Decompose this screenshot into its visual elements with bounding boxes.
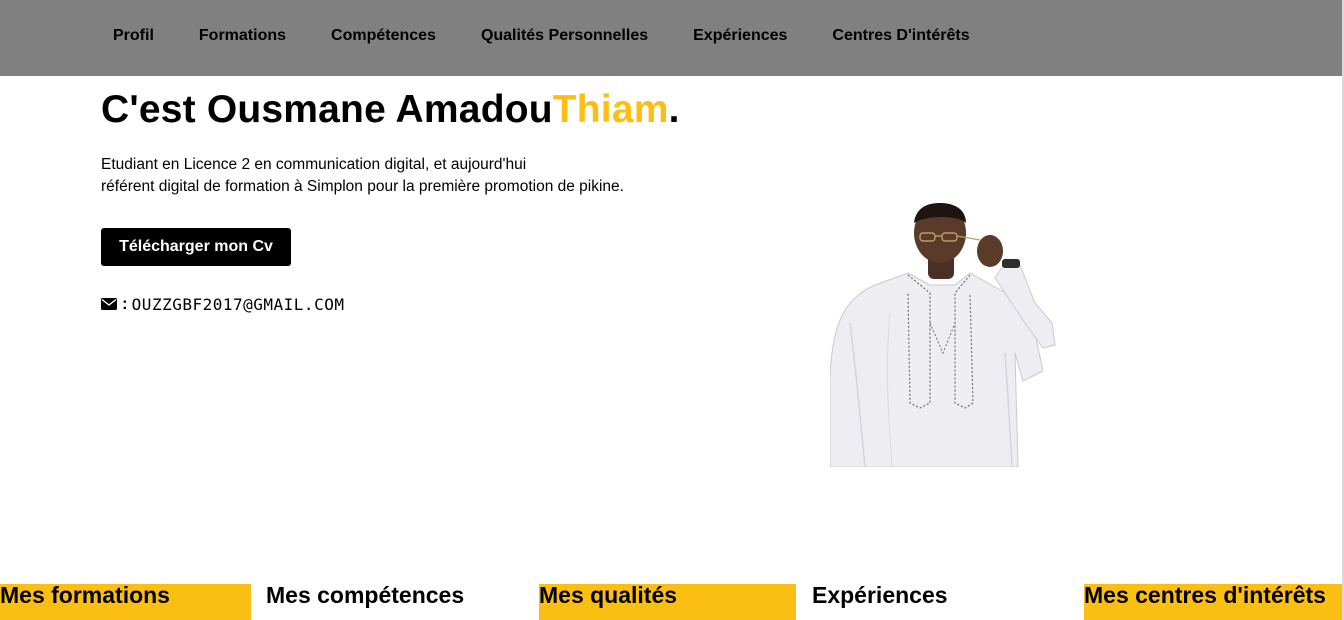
section-title-qualites: Mes qualités [539,582,678,608]
section-tab-qualites[interactable]: Mes qualités [539,584,796,620]
nav-link-competences[interactable]: Compétences [331,27,436,44]
top-navbar: Profil Formations Compétences Qualités P… [0,0,1342,76]
section-tab-formations[interactable]: Mes formations [0,584,251,620]
section-title-interets: Mes centres d'intérêts [1084,582,1326,608]
hero-title-period: . [668,88,680,131]
intro-line-1: Etudiant en Licence 2 en communication d… [101,156,527,173]
nav-link-interets[interactable]: Centres D'intérêts [832,27,969,44]
hero-title-accent: Thiam [552,88,669,131]
intro-line-2: référent digital de formation à Simplon … [101,178,624,195]
profile-photo [830,203,1056,467]
hero-title-name: C'est Ousmane Amadou [101,88,553,131]
nav-menu: Profil Formations Compétences Qualités P… [113,0,1015,72]
nav-link-formations[interactable]: Formations [199,27,286,44]
email-separator: : [122,294,128,313]
email-address: ouzzgbf2017@gmail.com [131,294,345,314]
email-row: : ouzzgbf2017@gmail.com [101,294,344,314]
nav-link-experiences[interactable]: Expériences [693,27,787,44]
hero-title: C'est Ousmane AmadouThiam. [101,88,680,132]
section-tab-interets[interactable]: Mes centres d'intérêts [1084,584,1342,620]
download-cv-button[interactable]: Télécharger mon Cv [101,228,291,266]
intro-text: Etudiant en Licence 2 en communication d… [101,154,624,198]
section-tab-competences[interactable]: Mes compétences [266,584,526,620]
section-title-experiences: Expériences [812,582,948,608]
section-tab-experiences[interactable]: Expériences [812,584,1062,620]
nav-link-qualites[interactable]: Qualités Personnelles [481,27,648,44]
envelope-icon [101,298,117,310]
nav-link-profil[interactable]: Profil [113,27,154,44]
section-title-formations: Mes formations [0,582,170,608]
section-title-competences: Mes compétences [266,582,465,608]
